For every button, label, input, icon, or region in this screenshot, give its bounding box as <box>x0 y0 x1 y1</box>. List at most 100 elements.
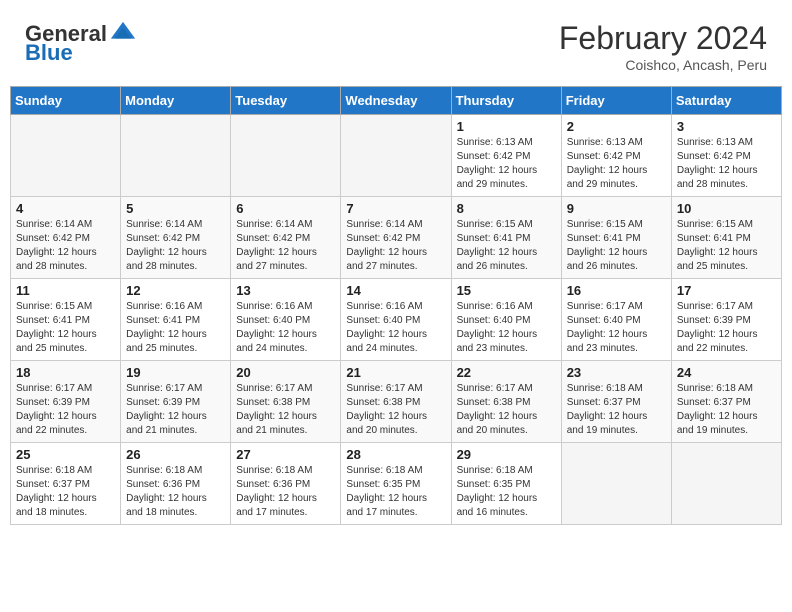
calendar-cell: 29 Sunrise: 6:18 AMSunset: 6:35 PMDayligh… <box>451 443 561 525</box>
calendar-cell: 9 Sunrise: 6:15 AMSunset: 6:41 PMDaylight… <box>561 197 671 279</box>
day-number: 15 <box>457 283 556 298</box>
cell-content: Sunrise: 6:17 AMSunset: 6:39 PMDaylight:… <box>126 382 225 438</box>
day-number: 12 <box>126 283 225 298</box>
day-number: 23 <box>567 365 666 380</box>
calendar-cell: 26 Sunrise: 6:18 AMSunset: 6:36 PMDayligh… <box>121 443 231 525</box>
cell-content: Sunrise: 6:18 AMSunset: 6:35 PMDaylight:… <box>457 464 556 520</box>
week-row-3: 18 Sunrise: 6:17 AMSunset: 6:39 PMDayligh… <box>11 361 782 443</box>
calendar-cell: 3 Sunrise: 6:13 AMSunset: 6:42 PMDaylight… <box>671 115 781 197</box>
day-number: 3 <box>677 119 776 134</box>
calendar-cell: 8 Sunrise: 6:15 AMSunset: 6:41 PMDaylight… <box>451 197 561 279</box>
calendar-cell: 25 Sunrise: 6:18 AMSunset: 6:37 PMDayligh… <box>11 443 121 525</box>
day-header-row: SundayMondayTuesdayWednesdayThursdayFrid… <box>11 87 782 115</box>
week-row-0: 1 Sunrise: 6:13 AMSunset: 6:42 PMDaylight… <box>11 115 782 197</box>
cell-content: Sunrise: 6:14 AMSunset: 6:42 PMDaylight:… <box>126 218 225 274</box>
day-header-thursday: Thursday <box>451 87 561 115</box>
day-number: 5 <box>126 201 225 216</box>
page-header: General Blue February 2024 Coishco, Anca… <box>10 10 782 78</box>
day-number: 24 <box>677 365 776 380</box>
calendar-cell <box>121 115 231 197</box>
calendar-cell: 21Sunrise: 6:17 AMSunset: 6:38 PMDayligh… <box>341 361 451 443</box>
day-number: 11 <box>16 283 115 298</box>
day-number: 14 <box>346 283 445 298</box>
cell-content: Sunrise: 6:17 AMSunset: 6:40 PMDaylight:… <box>567 300 666 356</box>
day-number: 6 <box>236 201 335 216</box>
day-header-monday: Monday <box>121 87 231 115</box>
calendar-cell: 10 Sunrise: 6:15 AMSunset: 6:41 PMDayligh… <box>671 197 781 279</box>
day-number: 28 <box>346 447 445 462</box>
day-number: 7 <box>346 201 445 216</box>
day-number: 20 <box>236 365 335 380</box>
cell-content: Sunrise: 6:15 AMSunset: 6:41 PMDaylight:… <box>16 300 115 356</box>
calendar-cell <box>561 443 671 525</box>
calendar-cell: 1 Sunrise: 6:13 AMSunset: 6:42 PMDaylight… <box>451 115 561 197</box>
cell-content: Sunrise: 6:13 AMSunset: 6:42 PMDaylight:… <box>677 136 776 192</box>
calendar-cell: 16 Sunrise: 6:17 AMSunset: 6:40 PMDayligh… <box>561 279 671 361</box>
cell-content: Sunrise: 6:17 AMSunset: 6:38 PMDaylight:… <box>457 382 556 438</box>
calendar-cell: 5 Sunrise: 6:14 AMSunset: 6:42 PMDaylight… <box>121 197 231 279</box>
calendar-cell <box>231 115 341 197</box>
day-number: 1 <box>457 119 556 134</box>
day-number: 29 <box>457 447 556 462</box>
day-header-tuesday: Tuesday <box>231 87 341 115</box>
calendar-cell: 7Sunrise: 6:14 AMSunset: 6:42 PMDaylight… <box>341 197 451 279</box>
day-header-sunday: Sunday <box>11 87 121 115</box>
day-number: 16 <box>567 283 666 298</box>
title-block: February 2024 Coishco, Ancash, Peru <box>559 20 767 73</box>
cell-content: Sunrise: 6:15 AMSunset: 6:41 PMDaylight:… <box>567 218 666 274</box>
cell-content: Sunrise: 6:16 AMSunset: 6:40 PMDaylight:… <box>346 300 445 356</box>
day-number: 2 <box>567 119 666 134</box>
cell-content: Sunrise: 6:13 AMSunset: 6:42 PMDaylight:… <box>567 136 666 192</box>
subtitle: Coishco, Ancash, Peru <box>559 57 767 73</box>
calendar-cell: 6Sunrise: 6:14 AMSunset: 6:42 PMDaylight… <box>231 197 341 279</box>
calendar-table: SundayMondayTuesdayWednesdayThursdayFrid… <box>10 86 782 525</box>
day-number: 4 <box>16 201 115 216</box>
cell-content: Sunrise: 6:18 AMSunset: 6:35 PMDaylight:… <box>346 464 445 520</box>
day-number: 21 <box>346 365 445 380</box>
logo-blue: Blue <box>25 40 73 66</box>
day-number: 9 <box>567 201 666 216</box>
calendar-cell: 11 Sunrise: 6:15 AMSunset: 6:41 PMDayligh… <box>11 279 121 361</box>
cell-content: Sunrise: 6:18 AMSunset: 6:36 PMDaylight:… <box>126 464 225 520</box>
calendar-cell <box>11 115 121 197</box>
day-header-saturday: Saturday <box>671 87 781 115</box>
calendar-cell: 20Sunrise: 6:17 AMSunset: 6:38 PMDayligh… <box>231 361 341 443</box>
calendar-cell <box>671 443 781 525</box>
day-header-wednesday: Wednesday <box>341 87 451 115</box>
cell-content: Sunrise: 6:14 AMSunset: 6:42 PMDaylight:… <box>16 218 115 274</box>
cell-content: Sunrise: 6:16 AMSunset: 6:40 PMDaylight:… <box>457 300 556 356</box>
cell-content: Sunrise: 6:17 AMSunset: 6:39 PMDaylight:… <box>677 300 776 356</box>
cell-content: Sunrise: 6:15 AMSunset: 6:41 PMDaylight:… <box>677 218 776 274</box>
calendar-cell: 4 Sunrise: 6:14 AMSunset: 6:42 PMDaylight… <box>11 197 121 279</box>
day-number: 17 <box>677 283 776 298</box>
day-number: 18 <box>16 365 115 380</box>
cell-content: Sunrise: 6:18 AMSunset: 6:37 PMDaylight:… <box>16 464 115 520</box>
day-number: 19 <box>126 365 225 380</box>
day-number: 25 <box>16 447 115 462</box>
calendar-cell <box>341 115 451 197</box>
day-number: 10 <box>677 201 776 216</box>
cell-content: Sunrise: 6:13 AMSunset: 6:42 PMDaylight:… <box>457 136 556 192</box>
calendar-cell: 24Sunrise: 6:18 AMSunset: 6:37 PMDayligh… <box>671 361 781 443</box>
calendar-cell: 22 Sunrise: 6:17 AMSunset: 6:38 PMDayligh… <box>451 361 561 443</box>
day-number: 13 <box>236 283 335 298</box>
day-number: 8 <box>457 201 556 216</box>
day-number: 22 <box>457 365 556 380</box>
month-title: February 2024 <box>559 20 767 57</box>
day-number: 27 <box>236 447 335 462</box>
calendar-cell: 17 Sunrise: 6:17 AMSunset: 6:39 PMDayligh… <box>671 279 781 361</box>
cell-content: Sunrise: 6:18 AMSunset: 6:36 PMDaylight:… <box>236 464 335 520</box>
cell-content: Sunrise: 6:15 AMSunset: 6:41 PMDaylight:… <box>457 218 556 274</box>
cell-content: Sunrise: 6:16 AMSunset: 6:41 PMDaylight:… <box>126 300 225 356</box>
logo: General Blue <box>25 20 137 66</box>
calendar-cell: 19 Sunrise: 6:17 AMSunset: 6:39 PMDayligh… <box>121 361 231 443</box>
calendar-cell: 15 Sunrise: 6:16 AMSunset: 6:40 PMDayligh… <box>451 279 561 361</box>
cell-content: Sunrise: 6:17 AMSunset: 6:39 PMDaylight:… <box>16 382 115 438</box>
logo-icon <box>109 20 137 48</box>
calendar-cell: 27 Sunrise: 6:18 AMSunset: 6:36 PMDayligh… <box>231 443 341 525</box>
calendar-cell: 12 Sunrise: 6:16 AMSunset: 6:41 PMDayligh… <box>121 279 231 361</box>
day-header-friday: Friday <box>561 87 671 115</box>
calendar-cell: 28 Sunrise: 6:18 AMSunset: 6:35 PMDayligh… <box>341 443 451 525</box>
day-number: 26 <box>126 447 225 462</box>
calendar-cell: 23Sunrise: 6:18 AMSunset: 6:37 PMDayligh… <box>561 361 671 443</box>
